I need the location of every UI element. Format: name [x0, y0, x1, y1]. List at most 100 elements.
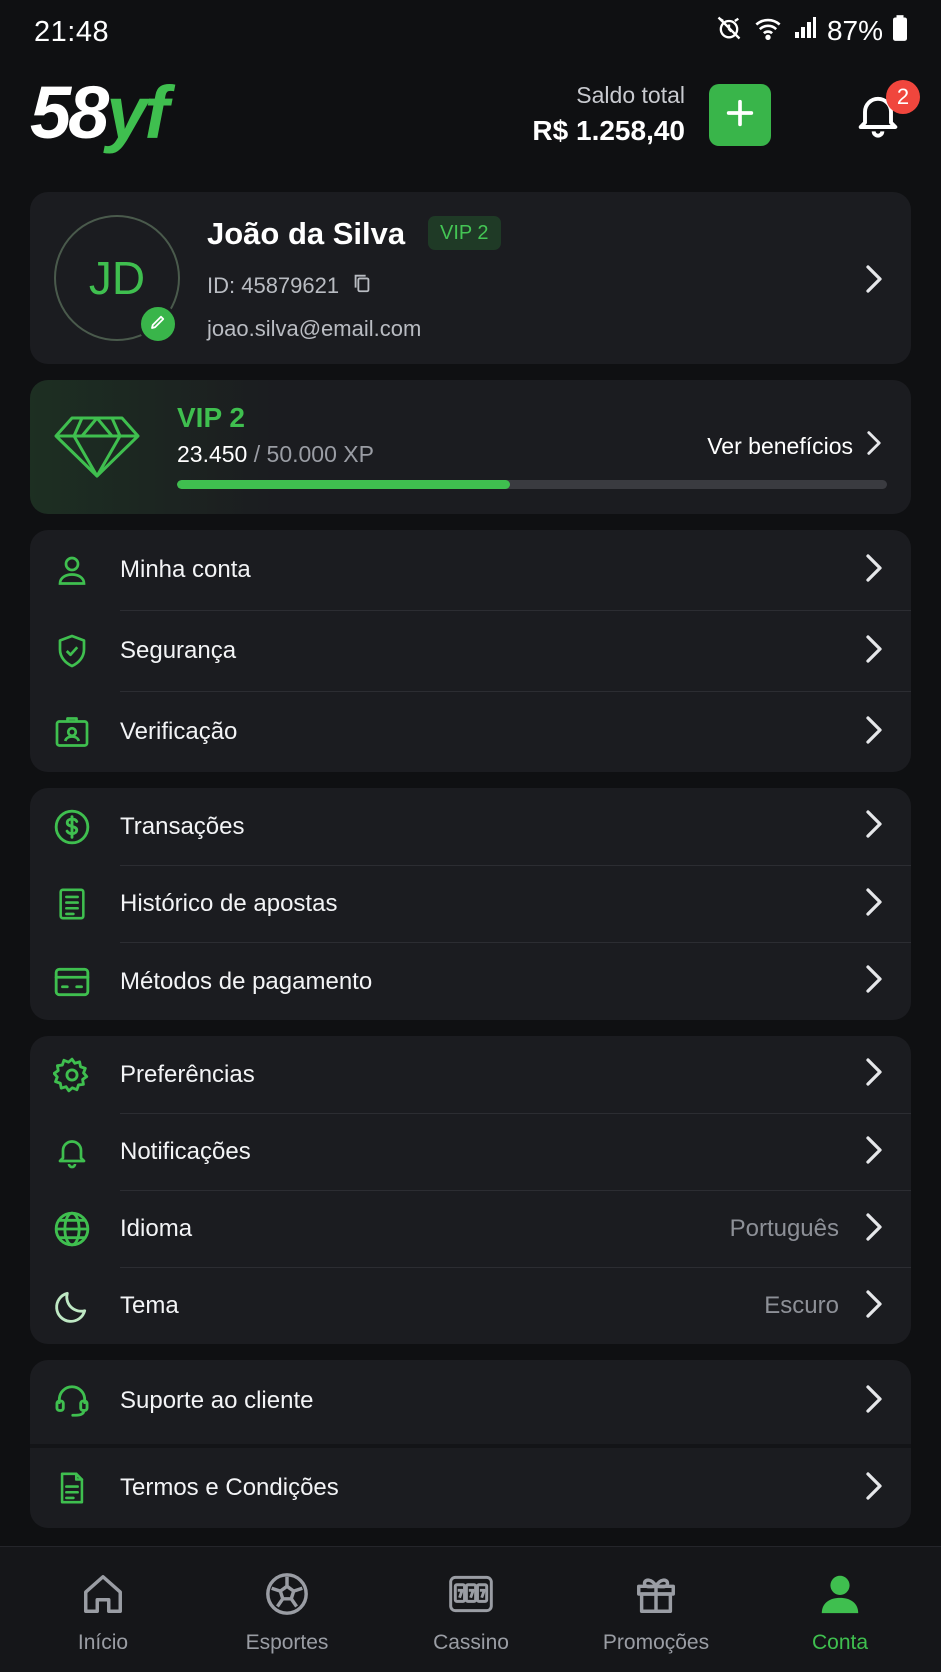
- account-menu: Minha conta Segurança Verificação: [30, 530, 911, 772]
- vip-level: VIP 2: [177, 402, 245, 433]
- profile-id: ID: 45879621: [207, 272, 373, 300]
- menu-label: Segurança: [120, 637, 237, 664]
- chevron-right-icon: [863, 1212, 885, 1247]
- xp-current: 23.450: [177, 441, 248, 467]
- chevron-right-icon: [865, 430, 883, 462]
- wifi-icon: [753, 14, 783, 47]
- menu-label: Minha conta: [120, 556, 251, 583]
- nav-cassino[interactable]: Cassino: [396, 1569, 546, 1655]
- diamond-icon: [54, 414, 140, 485]
- dollar-icon: [52, 807, 92, 847]
- bell-icon: [52, 1132, 92, 1172]
- nav-label: Conta: [811, 1631, 869, 1654]
- menu-item-tema[interactable]: Tema Escuro: [30, 1268, 911, 1344]
- benefits-label: Ver benefícios: [707, 432, 853, 459]
- menu-label: Tema: [120, 1292, 179, 1319]
- gear-icon: [52, 1055, 92, 1095]
- chevron-right-icon: [863, 1289, 885, 1324]
- slot-machine-icon: [396, 1569, 546, 1619]
- headset-icon: [52, 1381, 92, 1421]
- support-menu: Suporte ao cliente Termos e Condições: [30, 1360, 911, 1528]
- chevron-right-icon: [863, 1057, 885, 1092]
- user-filled-icon: [765, 1569, 915, 1619]
- nav-label: Promoções: [602, 1631, 710, 1654]
- balance-label: Saldo total: [576, 82, 685, 108]
- deposit-button[interactable]: [709, 84, 771, 146]
- nav-esportes[interactable]: Esportes: [212, 1569, 362, 1655]
- language-value: Português: [729, 1215, 839, 1242]
- menu-label: Histórico de apostas: [120, 890, 338, 917]
- account-screen: 21:48 87% 58yf Saldo total R$ 1.258,40 2…: [0, 0, 941, 1672]
- chevron-right-icon: [863, 887, 885, 922]
- menu-item-seguranca[interactable]: Segurança: [30, 611, 911, 691]
- nav-label: Esportes: [245, 1631, 329, 1654]
- profile-id-text: ID: 45879621: [207, 273, 340, 298]
- nav-promocoes[interactable]: Promoções: [581, 1569, 731, 1655]
- menu-label: Transações: [120, 812, 245, 840]
- nav-label: Início: [77, 1631, 129, 1654]
- menu-item-termos[interactable]: Termos e Condições: [30, 1448, 911, 1528]
- credit-card-icon: [52, 962, 92, 1002]
- bottom-navigation: Início Esportes Cassino Promoções Conta: [0, 1546, 941, 1672]
- chevron-right-icon: [863, 964, 885, 999]
- menu-item-historico-apostas[interactable]: Histórico de apostas: [30, 866, 911, 942]
- soccer-ball-icon: [212, 1569, 362, 1619]
- document-icon: [52, 1468, 92, 1508]
- brand-logo[interactable]: 58yf: [30, 76, 169, 150]
- vip-progress-bar: [177, 480, 887, 489]
- signal-icon: [793, 15, 817, 46]
- avatar-initials: JD: [88, 252, 146, 304]
- edit-avatar-button[interactable]: [138, 304, 178, 344]
- menu-item-verificacao[interactable]: Verificação: [30, 692, 911, 772]
- menu-label: Notificações: [120, 1138, 251, 1165]
- menu-item-minha-conta[interactable]: Minha conta: [30, 530, 911, 610]
- total-balance: Saldo total R$ 1.258,40: [532, 82, 685, 147]
- menu-label: Métodos de pagamento: [120, 967, 373, 995]
- pencil-icon: [149, 313, 167, 336]
- xp-total: / 50.000 XP: [253, 441, 374, 467]
- vip-progress-fill: [177, 480, 510, 489]
- menu-item-transacoes[interactable]: Transações: [30, 788, 911, 865]
- copy-icon[interactable]: [351, 272, 373, 300]
- bell-icon: [852, 96, 904, 146]
- vip-xp: 23.450 / 50.000 XP: [177, 441, 374, 468]
- gift-icon: [581, 1569, 731, 1619]
- menu-item-notificacoes[interactable]: Notificações: [30, 1114, 911, 1190]
- settings-menu: Preferências Notificações Idioma Portugu…: [30, 1036, 911, 1344]
- vip-badge: VIP 2: [428, 216, 501, 250]
- chevron-right-icon: [863, 715, 885, 750]
- chevron-right-icon: [863, 553, 885, 588]
- chevron-right-icon: [863, 634, 885, 669]
- view-benefits-link[interactable]: Ver benefícios: [707, 430, 883, 462]
- profile-name: João da Silva: [207, 216, 406, 251]
- menu-item-idioma[interactable]: Idioma Português: [30, 1191, 911, 1267]
- menu-label: Verificação: [120, 718, 238, 745]
- status-bar: 21:48 87%: [0, 0, 941, 64]
- user-icon: [52, 550, 92, 590]
- menu-item-suporte[interactable]: Suporte ao cliente: [30, 1360, 911, 1442]
- nav-conta[interactable]: Conta: [765, 1569, 915, 1655]
- chevron-right-icon: [863, 1471, 885, 1506]
- chevron-right-icon: [863, 1384, 885, 1419]
- moon-icon: [52, 1286, 92, 1326]
- id-card-icon: [52, 712, 92, 752]
- globe-icon: [52, 1209, 92, 1249]
- document-list-icon: [52, 884, 92, 924]
- profile-card[interactable]: JD João da Silva VIP 2 ID: 45879621 joao…: [30, 192, 911, 364]
- app-header: 58yf Saldo total R$ 1.258,40: [0, 70, 941, 170]
- chevron-right-icon: [863, 809, 885, 844]
- nav-inicio[interactable]: Início: [28, 1569, 178, 1655]
- finance-menu: Transações Histórico de apostas Métodos …: [30, 788, 911, 1020]
- menu-label: Suporte ao cliente: [120, 1387, 314, 1414]
- menu-item-metodos-pagamento[interactable]: Métodos de pagamento: [30, 943, 911, 1020]
- plus-icon: [723, 96, 757, 135]
- balance-value: R$ 1.258,40: [532, 115, 685, 146]
- vip-progress-card[interactable]: VIP 2 23.450 / 50.000 XP Ver benefícios: [30, 380, 911, 514]
- alarm-off-icon: [715, 14, 743, 47]
- battery-icon: [893, 15, 907, 46]
- menu-item-preferencias[interactable]: Preferências: [30, 1036, 911, 1113]
- chevron-right-icon: [863, 1135, 885, 1170]
- home-icon: [28, 1569, 178, 1619]
- menu-label: Idioma: [120, 1215, 193, 1242]
- nav-label: Cassino: [433, 1631, 509, 1654]
